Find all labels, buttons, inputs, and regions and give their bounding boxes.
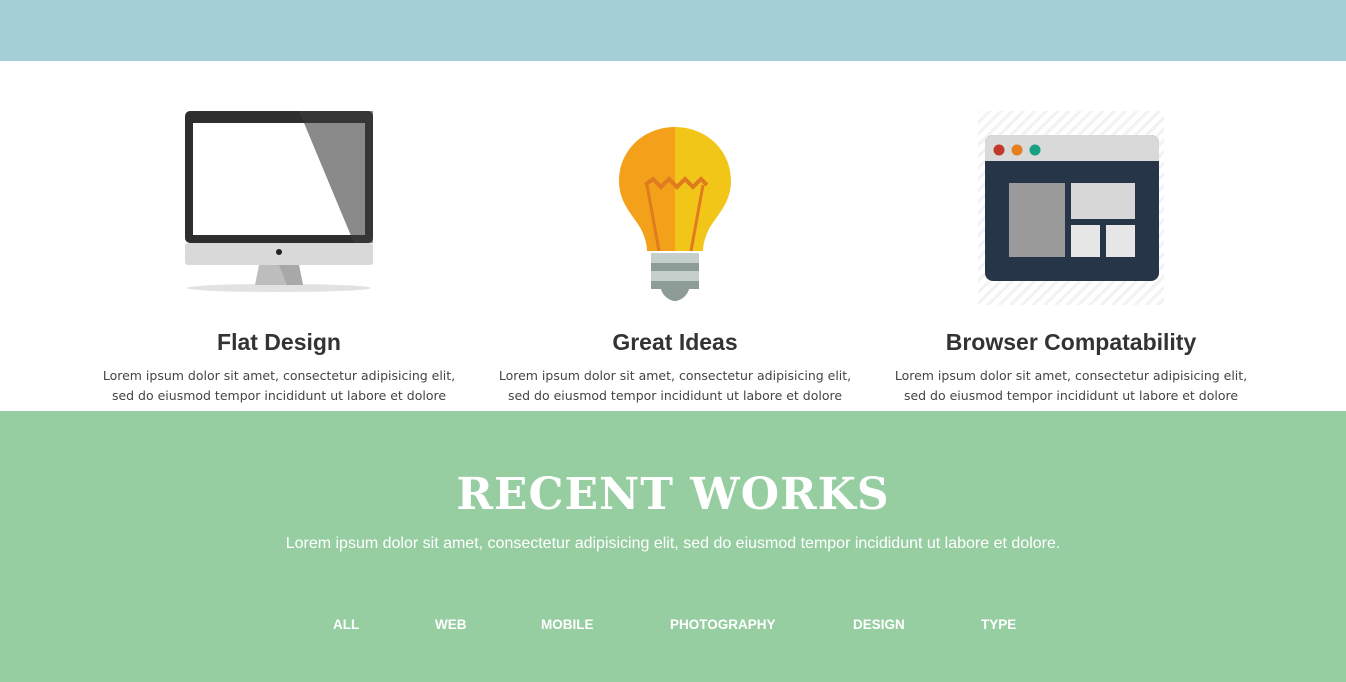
browser-window-icon	[873, 105, 1269, 305]
filter-web[interactable]: WEB	[435, 617, 467, 632]
feature-title: Flat Design	[217, 329, 341, 355]
lightbulb-icon	[477, 105, 873, 305]
recent-works-title: RECENT WORKS	[456, 469, 890, 520]
top-header-bar	[0, 0, 1346, 61]
feature-title: Great Ideas	[612, 329, 738, 355]
monitor-icon	[81, 105, 477, 305]
filter-type[interactable]: TYPE	[981, 617, 1016, 632]
recent-works-subtitle: Lorem ipsum dolor sit amet, consectetur …	[285, 535, 1061, 552]
filter-all[interactable]: ALL	[333, 617, 359, 632]
feature-title: Browser Compatability	[945, 329, 1197, 355]
portfolio-filter-nav: ALL WEB MOBILE PHOTOGRAPHY DESIGN TYPE	[0, 617, 1346, 637]
features-section: Flat Design Lorem ipsum dolor sit amet, …	[0, 61, 1346, 422]
recent-works-section: RECENT WORKS Lorem ipsum dolor sit amet,…	[0, 411, 1346, 682]
filter-design[interactable]: DESIGN	[853, 617, 905, 632]
filter-mobile[interactable]: MOBILE	[541, 617, 594, 632]
filter-photography[interactable]: PHOTOGRAPHY	[670, 617, 776, 632]
